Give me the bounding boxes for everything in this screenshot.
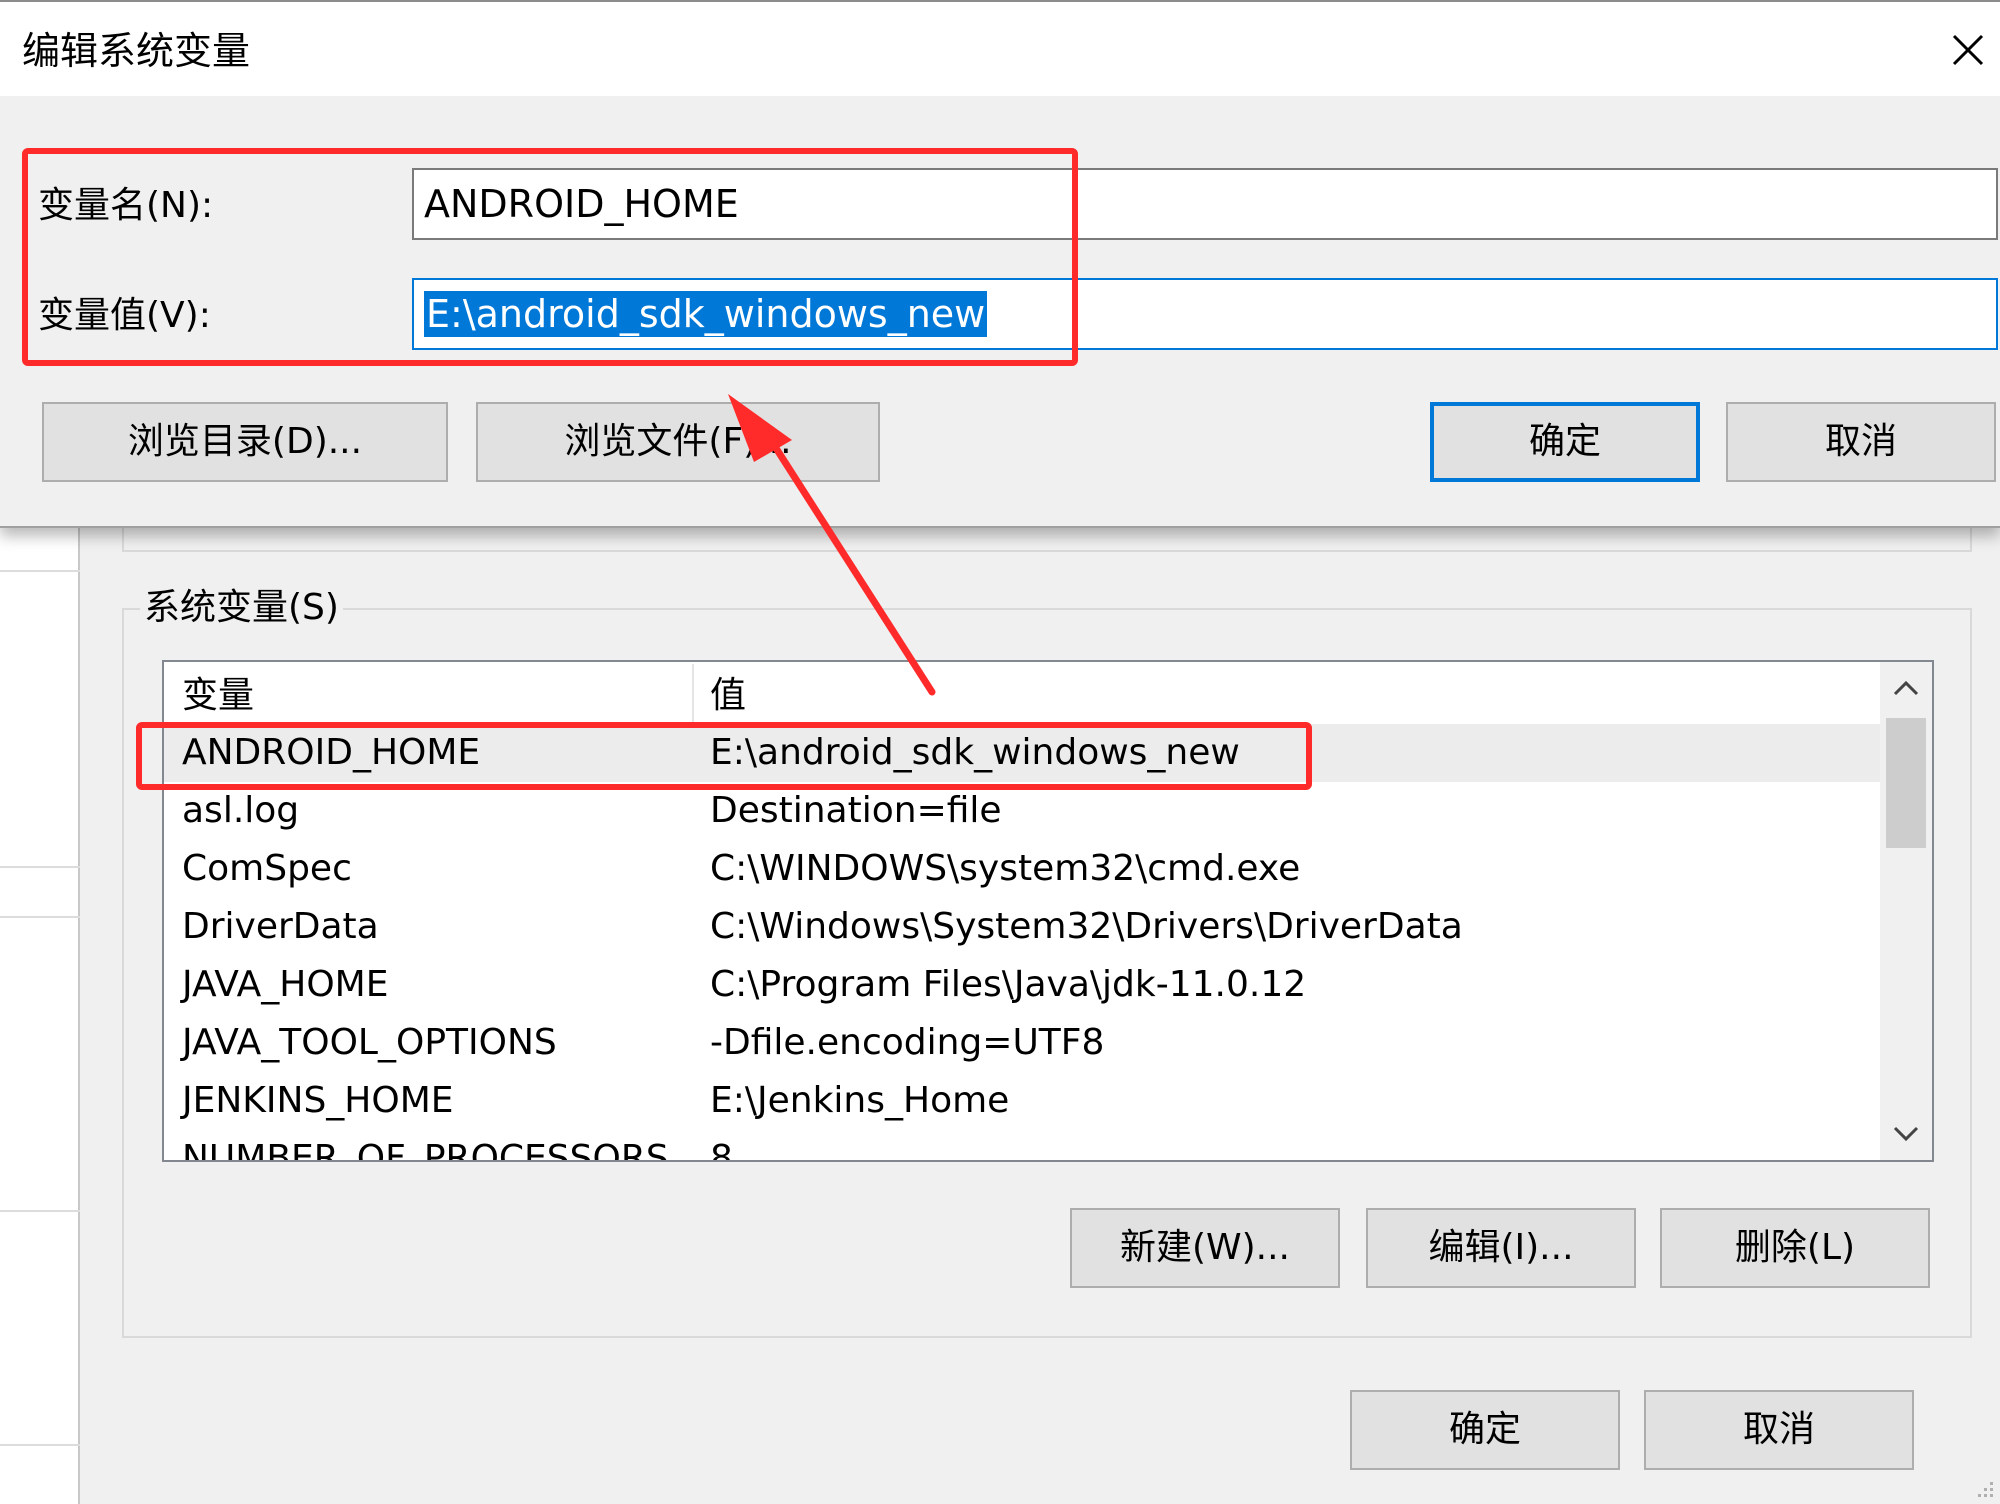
dialog-cancel-button[interactable]: 取消: [1726, 402, 1996, 482]
variable-value-label: 变量值(V):: [38, 295, 211, 336]
system-variables-list[interactable]: 变量 值 ANDROID_HOME E:\android_sdk_windows…: [162, 660, 1934, 1162]
scrollbar-thumb[interactable]: [1886, 718, 1926, 848]
variable-value-selected-text: E:\android_sdk_windows_new: [424, 291, 988, 337]
variable-value-input[interactable]: E:\android_sdk_windows_new: [412, 278, 1998, 350]
dialog-title: 编辑系统变量: [22, 29, 251, 73]
resize-grip-icon[interactable]: [1976, 1480, 1996, 1500]
vertical-scrollbar[interactable]: [1880, 662, 1932, 1160]
edit-variable-button[interactable]: 编辑(I)...: [1366, 1208, 1636, 1288]
variable-name-cell: NUMBER_OF_PROCESSORS: [182, 1138, 669, 1162]
variable-value-cell: E:\Jenkins_Home: [710, 1080, 1010, 1121]
column-separator[interactable]: [692, 664, 694, 722]
column-header-variable[interactable]: 变量: [182, 672, 254, 720]
variable-value-cell: C:\Program Files\Java\jdk-11.0.12: [710, 964, 1307, 1005]
new-variable-button[interactable]: 新建(W)...: [1070, 1208, 1340, 1288]
table-row[interactable]: NUMBER_OF_PROCESSORS 8: [164, 1130, 1880, 1162]
footer-cancel-button[interactable]: 取消: [1644, 1390, 1914, 1470]
list-header: 变量 值: [164, 662, 1880, 724]
table-row[interactable]: JAVA_HOME C:\Program Files\Java\jdk-11.0…: [164, 956, 1880, 1014]
variable-name-cell: ANDROID_HOME: [182, 732, 481, 773]
edit-system-variable-dialog: 编辑系统变量 变量名(N): ANDROID_HOME 变量值(V): E:\a…: [0, 0, 2000, 528]
dialog-titlebar[interactable]: 编辑系统变量: [0, 0, 2000, 96]
table-row[interactable]: DriverData C:\Windows\System32\Drivers\D…: [164, 898, 1880, 956]
chevron-down-icon[interactable]: [1880, 1108, 1932, 1160]
variable-name-cell: DriverData: [182, 906, 379, 947]
variable-value-cell: C:\Windows\System32\Drivers\DriverData: [710, 906, 1463, 947]
table-row[interactable]: ComSpec C:\WINDOWS\system32\cmd.exe: [164, 840, 1880, 898]
variable-name-text: ANDROID_HOME: [424, 182, 739, 226]
divider: [0, 866, 80, 868]
variable-value-cell: 8: [710, 1138, 733, 1162]
table-row[interactable]: ANDROID_HOME E:\android_sdk_windows_new: [164, 724, 1880, 782]
system-variables-legend: 系统变量(S): [140, 584, 343, 632]
dialog-ok-button[interactable]: 确定: [1430, 402, 1700, 482]
variable-value-cell: C:\WINDOWS\system32\cmd.exe: [710, 848, 1301, 889]
variable-value-cell: Destination=file: [710, 790, 1002, 831]
variable-value-cell: -Dfile.encoding=UTF8: [710, 1022, 1105, 1063]
variable-name-cell: JAVA_TOOL_OPTIONS: [182, 1022, 557, 1063]
variable-name-cell: JENKINS_HOME: [182, 1080, 454, 1121]
divider: [0, 1210, 80, 1212]
variable-name-cell: JAVA_HOME: [182, 964, 389, 1005]
table-row[interactable]: asl.log Destination=file: [164, 782, 1880, 840]
table-row[interactable]: JENKINS_HOME E:\Jenkins_Home: [164, 1072, 1880, 1130]
column-header-value[interactable]: 值: [710, 672, 746, 720]
table-row[interactable]: JAVA_TOOL_OPTIONS -Dfile.encoding=UTF8: [164, 1014, 1880, 1072]
divider: [0, 570, 80, 572]
footer-ok-button[interactable]: 确定: [1350, 1390, 1620, 1470]
variable-name-input[interactable]: ANDROID_HOME: [412, 168, 1998, 240]
variable-value-cell: E:\android_sdk_windows_new: [710, 732, 1240, 773]
browse-file-button[interactable]: 浏览文件(F)...: [476, 402, 880, 482]
variable-name-cell: ComSpec: [182, 848, 352, 889]
divider: [0, 916, 80, 918]
browse-directory-button[interactable]: 浏览目录(D)...: [42, 402, 448, 482]
variable-name-label: 变量名(N):: [38, 185, 214, 226]
divider: [0, 1444, 80, 1446]
close-icon[interactable]: [1940, 22, 1996, 78]
chevron-up-icon[interactable]: [1880, 662, 1932, 714]
delete-variable-button[interactable]: 删除(L): [1660, 1208, 1930, 1288]
variable-name-cell: asl.log: [182, 790, 300, 831]
